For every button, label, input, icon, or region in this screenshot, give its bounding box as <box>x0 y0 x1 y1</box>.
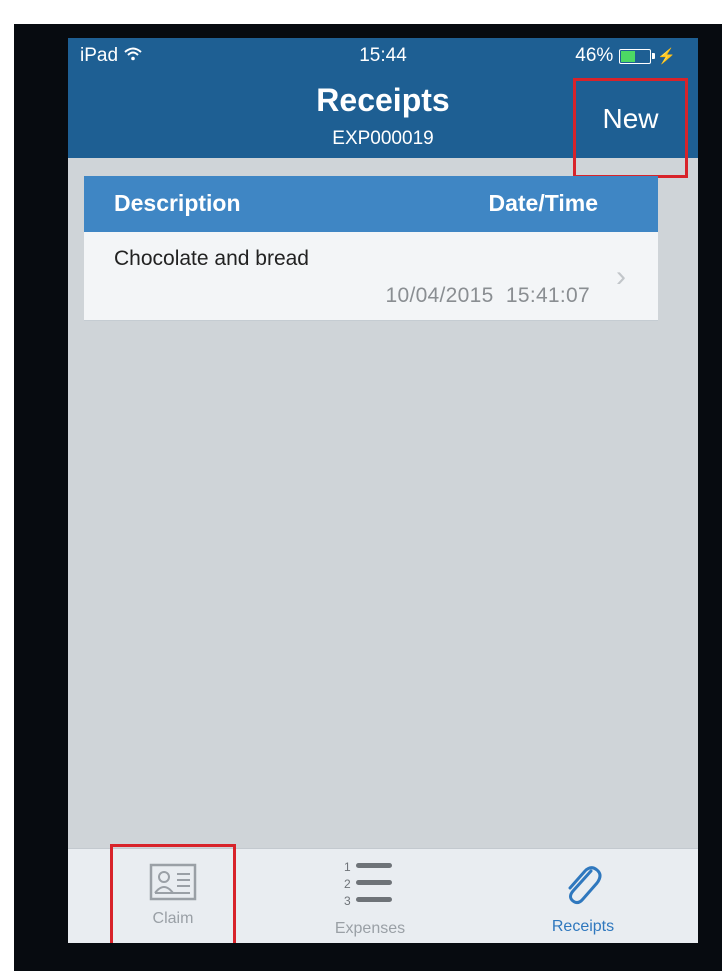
tab-expenses[interactable]: 1 2 3 Expenses <box>310 849 430 943</box>
app-screen: iPad 15:44 46% ⚡ Receipts EXP000019 New … <box>68 38 698 943</box>
device-bezel-left <box>0 0 14 971</box>
new-receipt-button[interactable]: New <box>573 78 688 178</box>
column-description: Description <box>114 190 241 216</box>
tab-expenses-label: Expenses <box>334 920 406 937</box>
svg-text:2: 2 <box>344 877 351 891</box>
receipt-row[interactable]: Chocolate and bread 10/04/2015 15:41:07 … <box>84 232 658 321</box>
tab-claim[interactable]: Claim <box>110 844 236 943</box>
tab-receipts[interactable]: Receipts <box>523 849 643 943</box>
id-card-icon <box>149 863 197 906</box>
receipt-description: Chocolate and bread <box>114 247 309 270</box>
paperclip-icon <box>561 863 605 914</box>
column-datetime: Date/Time <box>488 190 598 216</box>
chevron-right-icon: › <box>616 260 626 293</box>
numbered-list-icon: 1 2 3 <box>340 857 400 916</box>
charging-icon: ⚡ <box>657 48 676 65</box>
status-right: 46% ⚡ <box>575 45 676 67</box>
tab-claim-label: Claim <box>152 910 194 927</box>
battery-percent: 46% <box>575 45 614 66</box>
status-bar: iPad 15:44 46% ⚡ <box>68 38 698 74</box>
receipts-table-header: Description Date/Time <box>84 176 658 232</box>
battery-fill <box>621 50 636 62</box>
battery-tip <box>652 52 656 59</box>
receipt-datetime: 10/04/2015 15:41:07 <box>385 284 590 307</box>
svg-text:1: 1 <box>344 860 351 874</box>
svg-text:3: 3 <box>344 894 351 908</box>
tab-bar: Claim 1 2 3 Expenses Receipts <box>68 844 698 943</box>
battery-icon <box>619 48 656 64</box>
tab-receipts-label: Receipts <box>551 918 615 935</box>
device-bezel-top <box>0 0 722 24</box>
